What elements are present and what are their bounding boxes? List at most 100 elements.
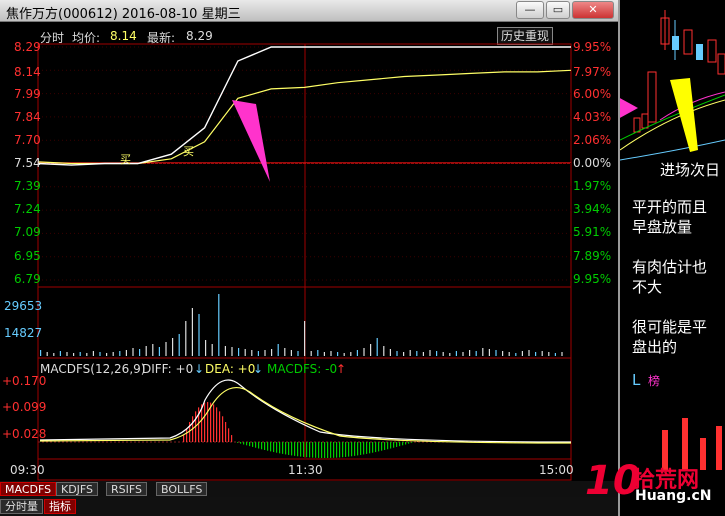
pct-label-9: 7.89% bbox=[573, 249, 612, 263]
macd-bar bbox=[252, 442, 254, 447]
macd-bar bbox=[294, 442, 296, 456]
note-flat-open-1: 平开的而且 bbox=[632, 198, 708, 216]
volume-bar bbox=[475, 351, 477, 356]
volume-bar bbox=[422, 352, 424, 356]
macd-bar bbox=[309, 442, 311, 458]
macd-bar bbox=[228, 428, 230, 442]
macd-bar bbox=[279, 442, 281, 454]
macd-bar bbox=[330, 442, 332, 458]
macd-dea: DEA: +0 bbox=[205, 362, 256, 376]
price-label-9: 6.95 bbox=[14, 249, 41, 263]
macd-bar bbox=[300, 442, 302, 457]
macdfs-up-arrow: ↑ bbox=[336, 362, 347, 376]
macd-bar bbox=[240, 442, 242, 444]
macd-bar bbox=[255, 442, 257, 448]
macd-bar bbox=[312, 442, 314, 458]
volume-bar bbox=[495, 350, 497, 356]
note-likely-1: 很可能是平 bbox=[632, 318, 708, 336]
volume-bar bbox=[310, 351, 312, 356]
macd-bar bbox=[357, 442, 359, 456]
volume-bar bbox=[343, 353, 345, 356]
volume-bar bbox=[383, 346, 385, 356]
watermark-site: Huang.cN bbox=[635, 488, 712, 504]
volume-bar bbox=[172, 338, 174, 356]
macd-bar bbox=[342, 442, 344, 458]
volume-bar bbox=[152, 344, 154, 356]
buy-marker-1: 买 bbox=[120, 153, 131, 166]
volume-bar bbox=[224, 346, 226, 356]
macd-bar bbox=[363, 442, 365, 455]
side-tag: 榜 bbox=[648, 374, 661, 388]
volume-bar bbox=[198, 314, 200, 356]
macd-bar bbox=[216, 407, 218, 442]
tab-bollfs[interactable]: BOLLFS bbox=[156, 482, 208, 496]
macd-bar bbox=[237, 442, 239, 443]
macd-bar bbox=[366, 442, 368, 454]
macd-bar bbox=[276, 442, 278, 453]
volume-bar bbox=[363, 348, 365, 356]
volume-bar bbox=[554, 353, 556, 356]
volume-bar bbox=[541, 351, 543, 356]
macd-bar bbox=[306, 442, 308, 458]
macd-bar bbox=[249, 442, 251, 447]
volume-bar bbox=[442, 352, 444, 356]
volume-bar bbox=[356, 350, 358, 356]
pct-label-2: 6.00% bbox=[573, 87, 612, 101]
macd-bar bbox=[402, 442, 404, 446]
volume-label-high: 29653 bbox=[4, 299, 43, 313]
pct-label-7: 3.94% bbox=[573, 202, 612, 216]
volume-bar bbox=[389, 349, 391, 356]
intraday-chart-window: 焦作万方(000612) 2016-08-10 星期三 — ▭ ✕ 分时 均价:… bbox=[0, 0, 620, 516]
volume-bar bbox=[455, 351, 457, 356]
tab-rsifs[interactable]: RSIFS bbox=[106, 482, 147, 496]
macd-bar bbox=[261, 442, 263, 450]
macd-bar bbox=[270, 442, 272, 452]
volume-bar bbox=[528, 350, 530, 356]
macd-bar bbox=[372, 442, 374, 453]
volume-bar bbox=[46, 352, 48, 356]
macd-bar bbox=[231, 435, 233, 442]
macd-bar bbox=[333, 442, 335, 458]
volume-bar bbox=[40, 350, 42, 356]
macd-bar bbox=[387, 442, 389, 450]
volume-bar bbox=[231, 347, 233, 356]
volume-bar bbox=[429, 350, 431, 356]
volume-bar bbox=[191, 308, 193, 356]
volume-bar bbox=[284, 348, 286, 356]
tab-kdjfs[interactable]: KDJFS bbox=[56, 482, 99, 496]
volume-bar bbox=[218, 294, 220, 356]
macd-bar bbox=[393, 442, 395, 448]
macd-bar bbox=[351, 442, 353, 457]
macd-bar bbox=[408, 442, 410, 444]
tab-indicator[interactable]: 指标 bbox=[44, 499, 76, 514]
volume-bars bbox=[40, 294, 563, 356]
volume-bar bbox=[436, 351, 438, 356]
volume-bar bbox=[403, 352, 405, 356]
side-letter: L bbox=[632, 371, 641, 389]
tab-macdfs[interactable]: MACDFS bbox=[0, 482, 57, 496]
price-label-6: 7.39 bbox=[14, 179, 41, 193]
volume-bar bbox=[132, 348, 134, 356]
macd-axis-0: +0.170 bbox=[2, 374, 47, 388]
macd-bar bbox=[303, 442, 305, 457]
tab-intraday-volume[interactable]: 分时量 bbox=[0, 499, 43, 514]
volume-bar bbox=[521, 351, 523, 356]
macd-axis-1: +0.099 bbox=[2, 400, 47, 414]
note-meat-2: 不大 bbox=[632, 278, 663, 296]
volume-bar bbox=[139, 349, 141, 356]
volume-bar bbox=[482, 348, 484, 356]
time-label-close: 15:00 bbox=[539, 463, 574, 477]
macd-bar bbox=[264, 442, 266, 450]
volume-bar bbox=[244, 349, 246, 356]
volume-bar bbox=[264, 350, 266, 356]
note-meat-1: 有肉估计也 bbox=[632, 258, 708, 276]
volume-bar bbox=[488, 349, 490, 356]
volume-bar bbox=[86, 353, 88, 356]
macd-bar bbox=[375, 442, 377, 453]
volume-bar bbox=[53, 353, 55, 356]
volume-bar bbox=[297, 351, 299, 356]
time-label-open: 09:30 bbox=[10, 463, 45, 477]
price-label-1: 8.14 bbox=[14, 65, 41, 79]
volume-bar bbox=[251, 350, 253, 356]
dea-down-arrow: ↓ bbox=[253, 362, 264, 376]
